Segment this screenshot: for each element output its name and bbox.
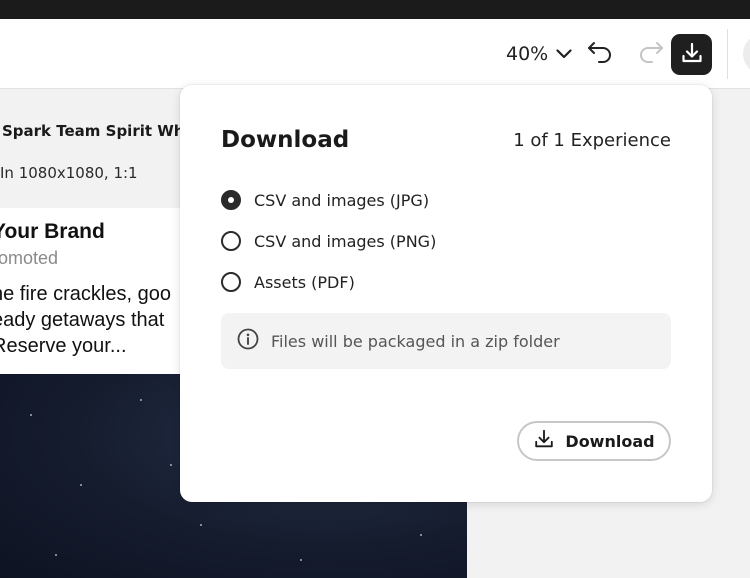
window-top-strip: [0, 0, 750, 19]
undo-button[interactable]: [585, 40, 615, 68]
zoom-dropdown[interactable]: 40%: [506, 41, 572, 67]
download-button-label: Download: [565, 431, 655, 451]
radio-unselected[interactable]: [221, 272, 241, 292]
download-icon: [680, 41, 704, 69]
option-assets-pdf[interactable]: Assets (PDF): [221, 270, 355, 294]
post-brand-name: Your Brand: [0, 220, 105, 243]
popover-title: Download: [221, 127, 350, 153]
zoom-value: 40%: [506, 43, 549, 65]
option-label: CSV and images (PNG): [254, 231, 437, 251]
redo-button[interactable]: [636, 40, 666, 68]
download-button[interactable]: Download: [517, 421, 671, 461]
info-text: Files will be packaged in a zip folder: [271, 331, 560, 351]
info-message: Files will be packaged in a zip folder: [221, 313, 671, 369]
design-size: In 1080x1080, 1:1: [0, 164, 138, 182]
avatar[interactable]: [743, 34, 750, 74]
option-csv-png[interactable]: CSV and images (PNG): [221, 229, 436, 253]
radio-selected[interactable]: [221, 190, 241, 210]
chevron-down-icon: [556, 49, 572, 59]
redo-icon: [638, 41, 664, 67]
option-label: Assets (PDF): [254, 272, 355, 292]
post-promoted-label: romoted: [0, 248, 59, 268]
download-popover: Download 1 of 1 Experience CSV and image…: [180, 85, 712, 502]
download-icon: [533, 428, 555, 454]
toolbar-download-button[interactable]: [671, 34, 712, 75]
editor-toolbar: 40%: [0, 19, 750, 89]
design-title: Spark Team Spirit Wher: [2, 122, 203, 140]
undo-icon: [587, 41, 613, 67]
info-icon: [237, 328, 259, 354]
experience-count: 1 of 1 Experience: [513, 130, 671, 151]
radio-unselected[interactable]: [221, 231, 241, 251]
toolbar-divider: [727, 29, 728, 79]
option-label: CSV and images (JPG): [254, 190, 430, 210]
option-csv-jpg[interactable]: CSV and images (JPG): [221, 188, 429, 212]
